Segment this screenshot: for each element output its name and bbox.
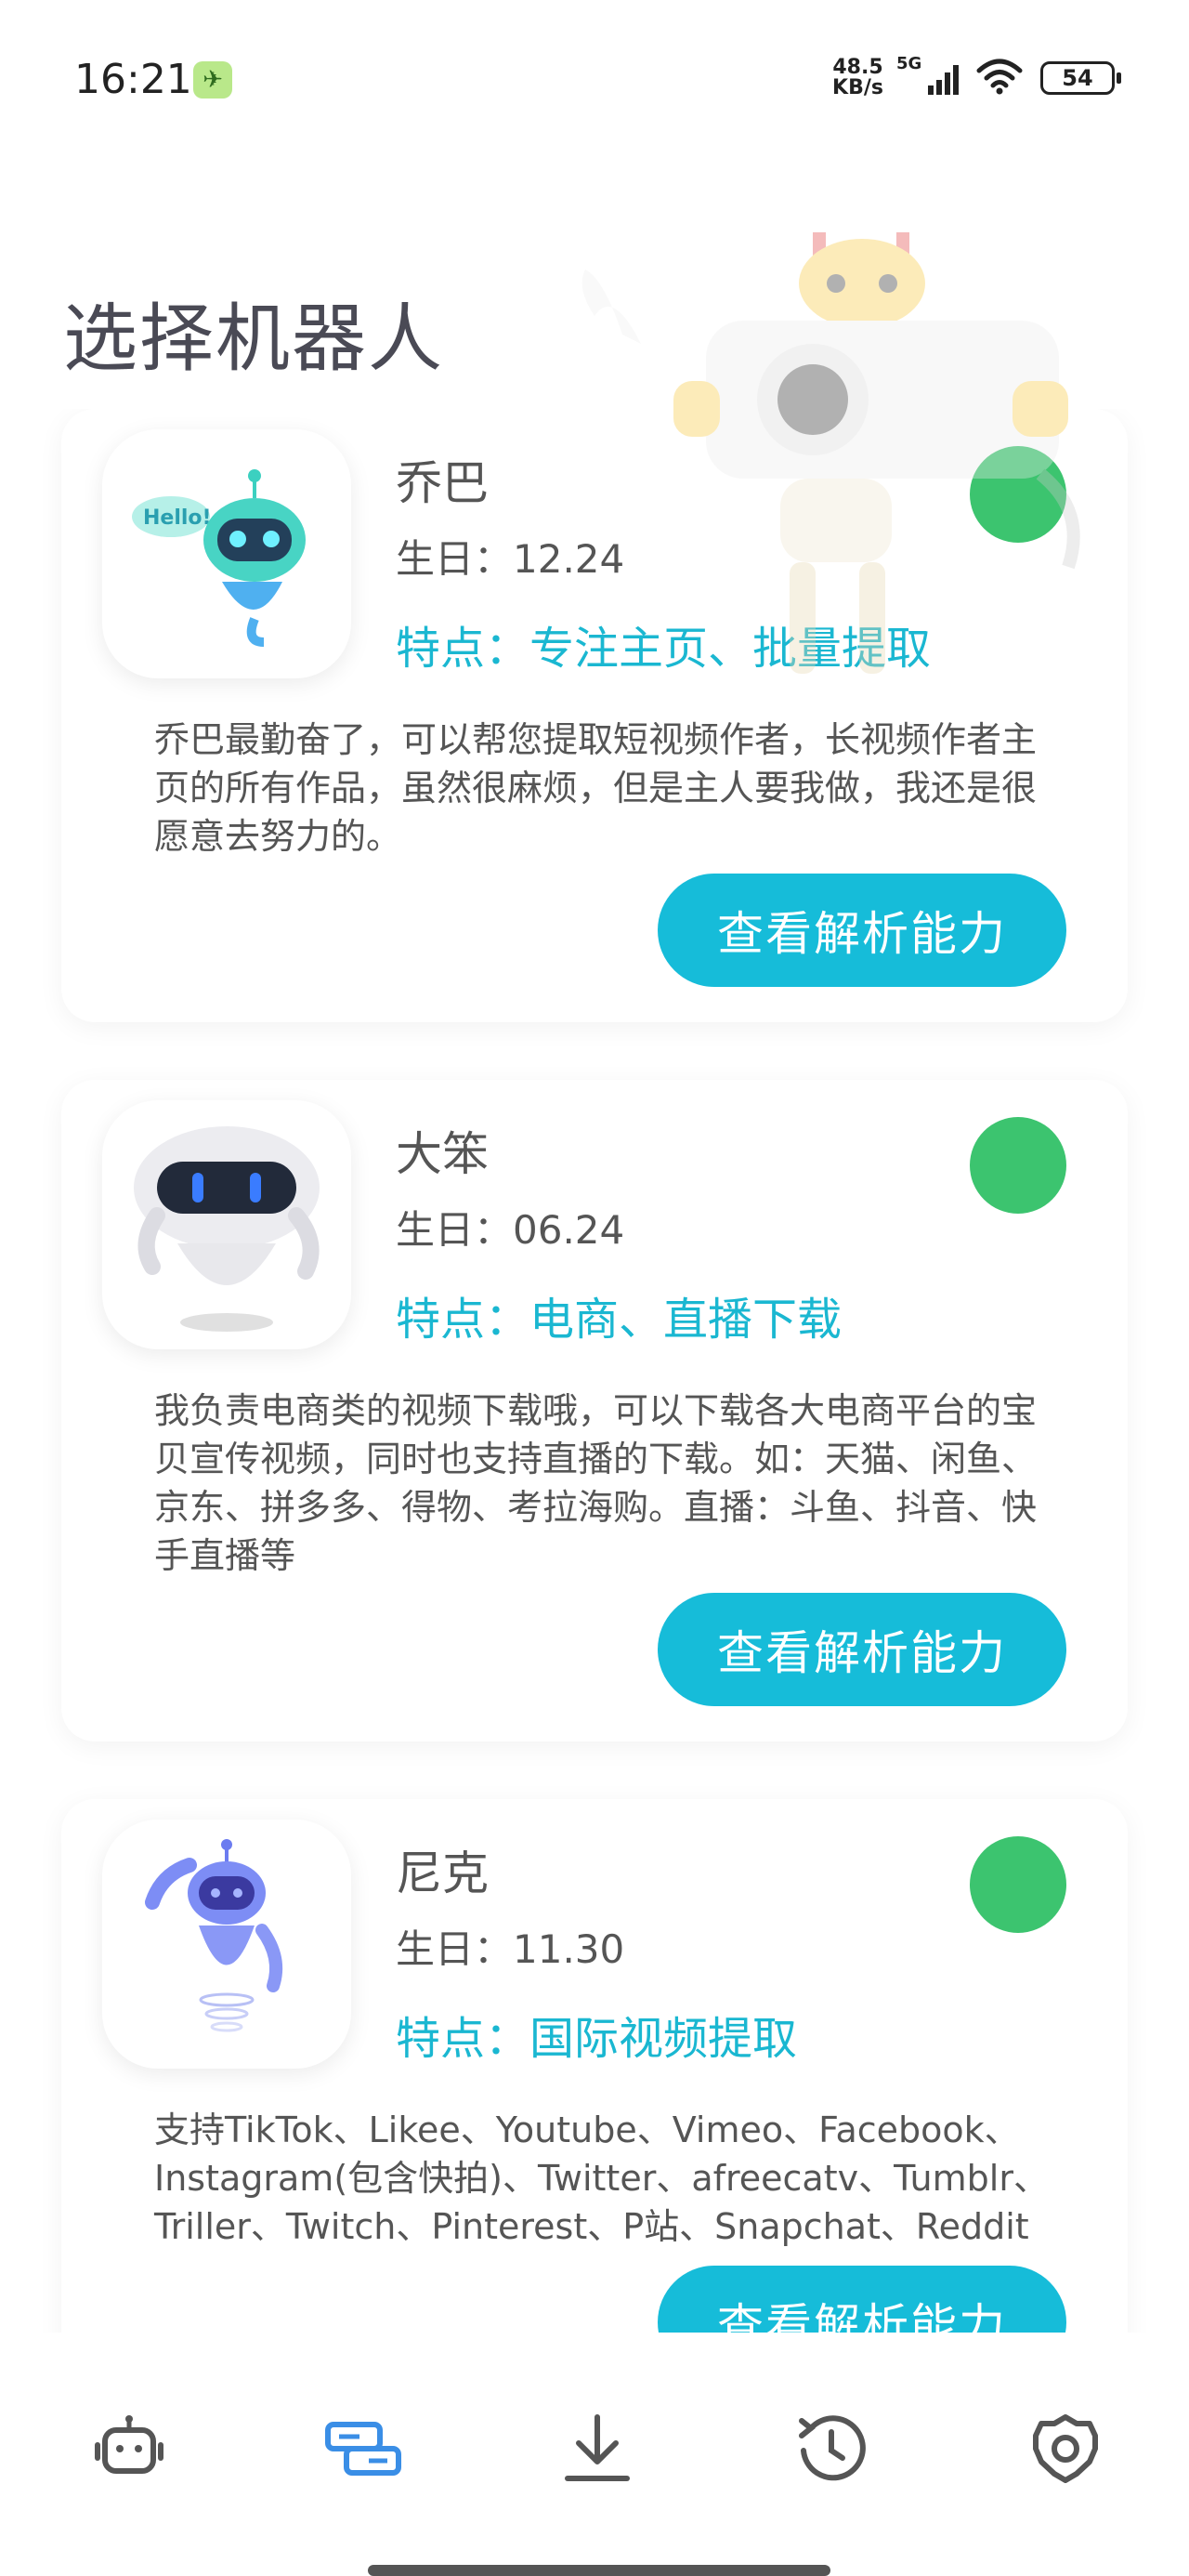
robot-feature: 特点：电商、直播下载 bbox=[396, 1294, 843, 1346]
status-indicator-dot bbox=[970, 1117, 1066, 1214]
avatar-hello-text: Hello! bbox=[143, 506, 212, 530]
robot-avatar bbox=[102, 1820, 351, 2069]
status-time: 16:21 bbox=[74, 56, 192, 103]
download-icon bbox=[565, 2414, 630, 2481]
nav-history[interactable] bbox=[790, 2407, 873, 2491]
robot-feature: 特点：专注主页、批量提取 bbox=[396, 623, 932, 675]
purple-robot-icon bbox=[145, 1839, 283, 2032]
wifi-icon bbox=[975, 58, 1024, 99]
robot-name: 乔巴 bbox=[396, 456, 489, 510]
network-type: 5G bbox=[896, 54, 922, 73]
robot-name: 尼克 bbox=[396, 1847, 489, 1900]
nav-links[interactable] bbox=[321, 2407, 405, 2491]
history-icon bbox=[799, 2415, 866, 2481]
status-indicators: 48.5 KB/s 5G 54 bbox=[832, 54, 1121, 99]
white-robot-icon bbox=[134, 1126, 320, 1332]
app-notification-icon: ✈ bbox=[193, 61, 232, 99]
robot-description: 支持TikTok、Likee、Youtube、Vimeo、Facebook、In… bbox=[154, 2109, 1049, 2247]
robot-name: 大笨 bbox=[396, 1127, 489, 1181]
speed-value: 48.5 bbox=[832, 56, 883, 79]
signal-icon: 5G bbox=[896, 54, 959, 95]
status-indicator-dot bbox=[970, 1836, 1066, 1933]
robot-card-qiaoba[interactable]: Hello! 乔巴 生日：12.24 特点：专注主页、批量提取 乔巴最勤奋了，可… bbox=[61, 409, 1128, 1022]
nav-settings[interactable] bbox=[1024, 2407, 1107, 2491]
hello-robot-icon: Hello! bbox=[132, 469, 306, 647]
robot-avatar: Hello! bbox=[102, 429, 351, 678]
page-title: 选择机器人 bbox=[63, 296, 444, 382]
status-indicator-dot bbox=[970, 446, 1066, 543]
view-ability-button[interactable]: 查看解析能力 bbox=[658, 2266, 1066, 2333]
robot-feature: 特点：国际视频提取 bbox=[396, 2013, 798, 2065]
settings-icon bbox=[1033, 2414, 1098, 2483]
link-cards-icon bbox=[325, 2422, 401, 2476]
nav-download[interactable] bbox=[555, 2407, 639, 2491]
robot-birthday: 生日：06.24 bbox=[396, 1207, 625, 1253]
view-ability-button[interactable]: 查看解析能力 bbox=[658, 1593, 1066, 1706]
status-bar: 16:21 ✈ 48.5 KB/s 5G 54 bbox=[0, 0, 1189, 158]
robot-card-nike[interactable]: 尼克 生日：11.30 特点：国际视频提取 支持TikTok、Likee、You… bbox=[61, 1799, 1128, 2333]
robot-icon bbox=[95, 2415, 163, 2474]
robot-description: 我负责电商类的视频下载哦，可以下载各大电商平台的宝贝宣传视频，同时也支持直播的下… bbox=[154, 1390, 1038, 1576]
robot-birthday: 生日：11.30 bbox=[396, 1926, 625, 1972]
view-ability-button[interactable]: 查看解析能力 bbox=[658, 874, 1066, 987]
speed-unit: KB/s bbox=[832, 76, 883, 99]
robot-avatar bbox=[102, 1100, 351, 1349]
home-indicator[interactable] bbox=[368, 2565, 830, 2576]
nav-robot[interactable] bbox=[87, 2407, 171, 2491]
robot-card-daben[interactable]: 大笨 生日：06.24 特点：电商、直播下载 我负责电商类的视频下载哦，可以下载… bbox=[61, 1080, 1128, 1741]
robot-description: 乔巴最勤奋了，可以帮您提取短视频作者，长视频作者主页的所有作品，虽然很麻烦，但是… bbox=[154, 719, 1038, 857]
robot-birthday: 生日：12.24 bbox=[396, 536, 625, 582]
battery-indicator: 54 bbox=[1040, 61, 1121, 95]
robot-list[interactable]: Hello! 乔巴 生日：12.24 特点：专注主页、批量提取 乔巴最勤奋了，可… bbox=[0, 409, 1189, 2333]
bottom-navigation bbox=[0, 2333, 1189, 2576]
network-speed: 48.5 KB/s bbox=[832, 58, 883, 99]
